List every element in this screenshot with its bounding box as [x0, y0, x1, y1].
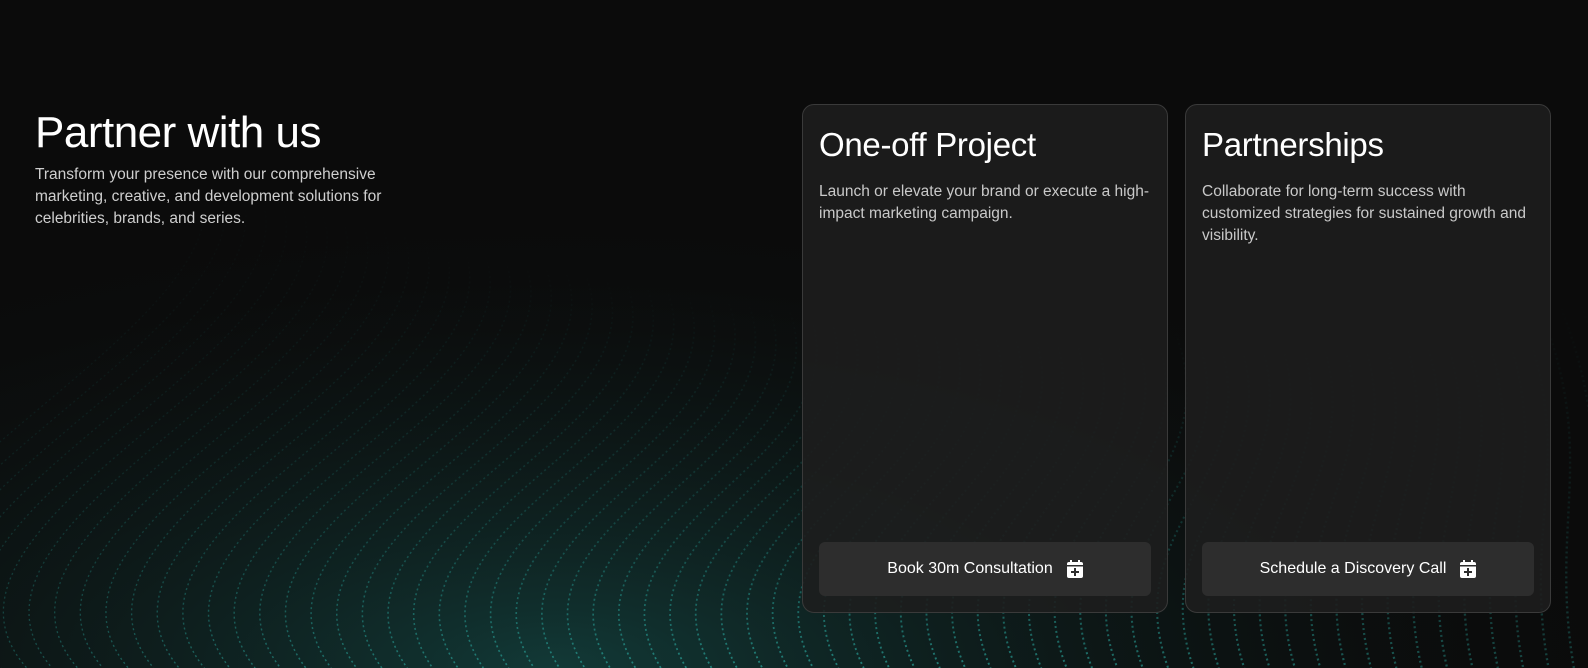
button-label: Book 30m Consultation	[887, 560, 1053, 577]
book-consultation-button[interactable]: Book 30m Consultation	[819, 542, 1151, 596]
card-one-off-project: One-off Project Launch or elevate your b…	[802, 104, 1168, 613]
page: Partner with us Transform your presence …	[0, 0, 1588, 668]
calendar-plus-icon	[1066, 560, 1083, 578]
calendar-plus-icon	[1460, 560, 1477, 578]
card-title: Partnerships	[1202, 126, 1384, 163]
button-label: Schedule a Discovery Call	[1259, 560, 1447, 577]
hero-section: Partner with us Transform your presence …	[35, 108, 415, 230]
page-subtitle: Transform your presence with our compreh…	[35, 166, 382, 227]
card-partnerships: Partnerships Collaborate for long-term s…	[1185, 104, 1551, 613]
card-description: Collaborate for long-term success with c…	[1202, 183, 1526, 244]
page-title: Partner with us	[35, 108, 321, 157]
schedule-discovery-call-button[interactable]: Schedule a Discovery Call	[1202, 542, 1534, 596]
card-description: Launch or elevate your brand or execute …	[819, 183, 1150, 222]
card-title: One-off Project	[819, 126, 1036, 163]
